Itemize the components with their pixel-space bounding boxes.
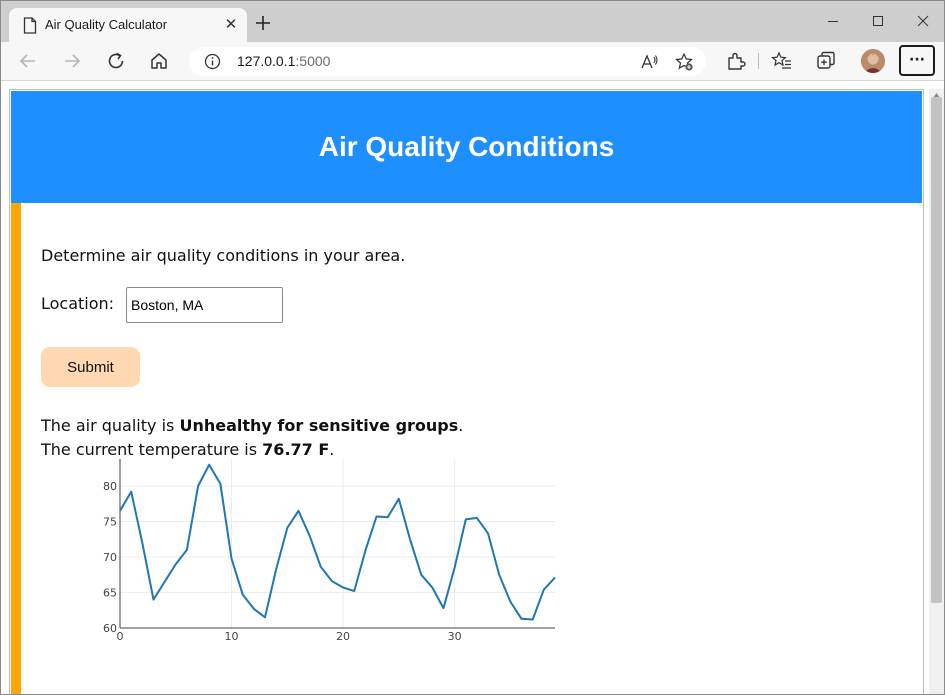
maximize-icon[interactable] bbox=[866, 11, 890, 31]
temp-suffix: . bbox=[329, 440, 335, 459]
toolbar-divider bbox=[758, 53, 759, 69]
browser-window: Air Quality Calculator ✕ 127.0.0.1:5000 … bbox=[0, 0, 945, 695]
page-header: Air Quality Conditions bbox=[11, 91, 922, 203]
aq-value: Unhealthy for sensitive groups bbox=[179, 416, 459, 435]
forward-arrow-icon[interactable] bbox=[61, 50, 83, 72]
profile-avatar-image bbox=[861, 49, 885, 73]
tab-title: Air Quality Calculator bbox=[45, 17, 168, 32]
url-text[interactable]: 127.0.0.1:5000 bbox=[237, 53, 330, 69]
info-icon[interactable] bbox=[204, 53, 221, 70]
x-tick-label: 0 bbox=[117, 630, 124, 643]
location-label: Location: bbox=[41, 294, 115, 313]
favorites-icon[interactable] bbox=[771, 50, 793, 72]
read-aloud-icon[interactable] bbox=[639, 52, 659, 72]
scroll-thumb[interactable] bbox=[931, 97, 942, 603]
plus-icon[interactable] bbox=[253, 13, 273, 33]
page-icon bbox=[23, 17, 37, 34]
close-icon[interactable] bbox=[911, 11, 935, 31]
aq-suffix: . bbox=[458, 416, 464, 435]
home-icon[interactable] bbox=[148, 50, 170, 72]
title-bar: Air Quality Calculator ✕ bbox=[1, 1, 944, 42]
y-tick-label: 70 bbox=[103, 551, 117, 564]
url-port: :5000 bbox=[295, 53, 331, 69]
temp-prefix: The current temperature is bbox=[41, 440, 263, 459]
minimize-icon[interactable] bbox=[821, 11, 845, 31]
add-favorite-icon[interactable] bbox=[674, 52, 694, 72]
page-viewport: Air Quality Conditions Determine air qua… bbox=[9, 89, 924, 694]
accent-bar bbox=[11, 203, 21, 694]
profile-avatar[interactable] bbox=[861, 49, 885, 73]
browser-toolbar: 127.0.0.1:5000 ··· bbox=[1, 42, 944, 81]
page-title: Air Quality Conditions bbox=[318, 131, 615, 162]
address-bar[interactable]: 127.0.0.1:5000 bbox=[189, 47, 706, 76]
refresh-icon[interactable] bbox=[105, 50, 127, 72]
location-input[interactable] bbox=[126, 287, 283, 323]
y-tick-label: 75 bbox=[103, 515, 117, 528]
result-text: The air quality is Unhealthy for sensiti… bbox=[41, 414, 463, 462]
y-tick-label: 60 bbox=[103, 622, 117, 635]
temperature-chart: 60 65 70 75 80 0 10 20 30 bbox=[103, 459, 556, 643]
x-tick-label: 20 bbox=[336, 630, 350, 643]
scrollbar[interactable] bbox=[929, 89, 944, 694]
collections-icon[interactable] bbox=[815, 50, 837, 72]
y-tick-label: 65 bbox=[103, 586, 117, 599]
page-description: Determine air quality conditions in your… bbox=[41, 246, 406, 265]
air-quality-line: The air quality is Unhealthy for sensiti… bbox=[41, 414, 463, 438]
browser-tab[interactable]: Air Quality Calculator ✕ bbox=[9, 8, 247, 42]
series-line bbox=[119, 463, 556, 621]
extensions-icon[interactable] bbox=[725, 50, 747, 72]
temp-value: 76.77 F bbox=[262, 440, 330, 459]
submit-button[interactable]: Submit bbox=[41, 347, 140, 387]
x-tick-label: 30 bbox=[448, 630, 462, 643]
y-tick-label: 80 bbox=[103, 480, 117, 493]
x-tick-label: 10 bbox=[225, 630, 239, 643]
url-host: 127.0.0.1 bbox=[237, 53, 296, 69]
aq-prefix: The air quality is bbox=[41, 416, 180, 435]
tab-close-icon[interactable]: ✕ bbox=[221, 14, 241, 34]
more-icon[interactable]: ··· bbox=[899, 45, 935, 76]
back-arrow-icon[interactable] bbox=[17, 50, 39, 72]
